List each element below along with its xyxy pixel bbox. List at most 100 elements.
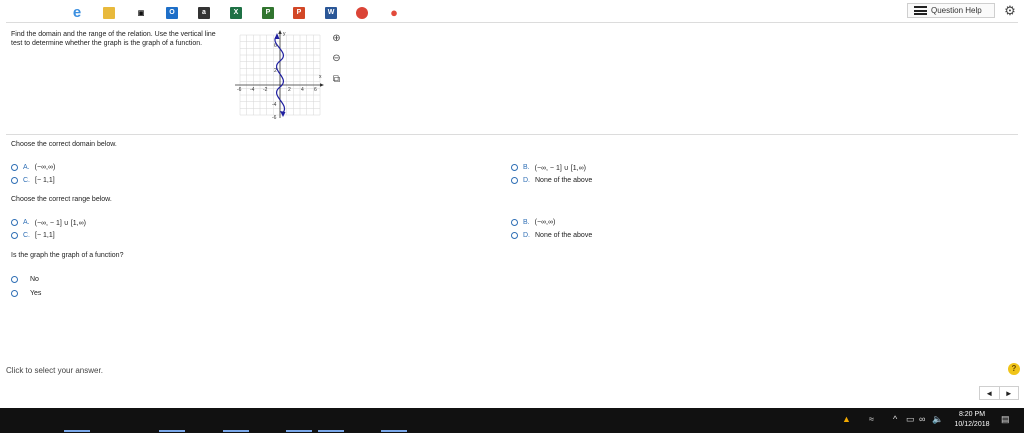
outlook-app[interactable]: O xyxy=(165,3,179,22)
option-text: None of the above xyxy=(535,177,593,184)
task-view-icon: ▦ xyxy=(41,7,51,18)
option-text: None of the above xyxy=(535,232,593,239)
edge-icon: e xyxy=(72,4,82,21)
domain-option-d[interactable]: D. None of the above xyxy=(511,176,592,185)
file-explorer-app[interactable] xyxy=(102,3,116,22)
range-option-b[interactable]: B. (−∞,∞) xyxy=(511,218,555,227)
maps-app[interactable]: ● xyxy=(387,3,401,22)
start-button[interactable] xyxy=(8,3,22,22)
x-tick-label: 6 xyxy=(314,87,317,93)
option-letter: D. xyxy=(523,232,530,239)
word-app[interactable]: W xyxy=(324,3,338,22)
x-tick-label: 4 xyxy=(301,87,304,93)
active-app-indicator xyxy=(64,430,90,432)
notification-app-icon[interactable]: ▲ xyxy=(842,414,851,424)
powerpoint-app[interactable]: P xyxy=(292,3,306,22)
option-text: No xyxy=(30,276,39,283)
store-app[interactable]: ▣ xyxy=(134,3,148,22)
option-letter: B. xyxy=(523,219,530,226)
function-option-no[interactable]: No xyxy=(11,275,39,284)
radio-button[interactable] xyxy=(11,177,18,184)
gear-icon[interactable]: ⚙ xyxy=(1002,3,1018,18)
zoom-in-icon[interactable]: ⊕ xyxy=(331,33,342,44)
help-icon[interactable]: ? xyxy=(1008,363,1020,375)
task-view-button[interactable]: ▦ xyxy=(39,3,53,22)
chrome-icon xyxy=(356,6,368,19)
option-text: Yes xyxy=(30,290,42,297)
problem-prompt: Find the domain and the range of the rel… xyxy=(11,31,216,47)
option-letter: C. xyxy=(23,177,30,184)
volume-icon[interactable]: 🔈 xyxy=(932,414,943,425)
x-tick-label: -6 xyxy=(237,87,242,93)
radio-button[interactable] xyxy=(511,219,518,226)
excel-icon: X xyxy=(230,6,242,19)
option-text: (−∞, − 1] ∪ [1,∞) xyxy=(534,164,586,172)
option-letter: D. xyxy=(523,177,530,184)
y-axis-arrow xyxy=(278,30,282,34)
relation-graph: y x -6 -4 -2 2 4 6 6 2 -4 -6 xyxy=(235,30,324,120)
previous-question-button[interactable]: ◄ xyxy=(980,387,999,399)
clock-date: 10/12/2018 xyxy=(954,421,990,428)
option-text: (−∞, − 1] ∪ [1,∞) xyxy=(34,219,86,227)
list-icon xyxy=(914,6,927,15)
y-tick-label: -4 xyxy=(272,102,277,108)
range-option-c[interactable]: C. [− 1,1] xyxy=(11,231,55,240)
amazon-app[interactable]: a xyxy=(197,3,211,22)
clock-time: 8:20 PM xyxy=(958,411,986,418)
option-letter: B. xyxy=(523,164,530,171)
option-letter: A. xyxy=(23,164,30,171)
project-app[interactable]: P xyxy=(261,3,275,22)
zoom-out-icon[interactable]: ⊖ xyxy=(331,53,342,64)
radio-button[interactable] xyxy=(511,232,518,239)
edge-app[interactable]: e xyxy=(69,3,85,22)
word-icon: W xyxy=(325,6,337,19)
option-text: (−∞,∞) xyxy=(34,164,56,171)
system-clock[interactable]: 8:20 PM 10/12/2018 xyxy=(948,410,996,430)
excel-app[interactable]: X xyxy=(229,3,243,22)
radio-button[interactable] xyxy=(11,290,18,297)
domain-option-c[interactable]: C. [− 1,1] xyxy=(11,176,55,185)
active-app-indicator xyxy=(318,430,344,432)
project-icon: P xyxy=(262,6,274,19)
question-help-button[interactable]: Question Help xyxy=(907,3,995,18)
function-option-yes[interactable]: Yes xyxy=(11,289,41,298)
people-icon[interactable]: ≈ xyxy=(869,414,874,424)
option-letter: A. xyxy=(23,219,30,226)
active-app-indicator xyxy=(286,430,312,432)
domain-question-prompt: Choose the correct domain below. xyxy=(11,141,117,148)
action-center-icon[interactable]: ▤ xyxy=(1001,414,1010,425)
radio-button[interactable] xyxy=(511,177,518,184)
outlook-icon: O xyxy=(166,6,178,19)
battery-icon[interactable]: ▭ xyxy=(906,414,915,425)
windows-logo-icon xyxy=(9,7,21,18)
chrome-app[interactable] xyxy=(355,3,369,22)
y-axis-label: y xyxy=(283,31,286,37)
question-navigation: ◄ ► xyxy=(979,386,1019,400)
x-tick-label: 2 xyxy=(288,87,291,93)
range-option-a[interactable]: A. (−∞, − 1] ∪ [1,∞) xyxy=(11,218,86,227)
radio-button[interactable] xyxy=(11,164,18,171)
popout-icon[interactable]: ⧉ xyxy=(331,74,342,85)
domain-option-a[interactable]: A. (−∞,∞) xyxy=(11,163,55,172)
show-hidden-icons-icon[interactable]: ^ xyxy=(893,414,897,424)
map-pin-icon: ● xyxy=(390,5,398,20)
domain-option-b[interactable]: B. (−∞, − 1] ∪ [1,∞) xyxy=(511,163,586,172)
option-text: (−∞,∞) xyxy=(534,219,556,226)
amazon-icon: a xyxy=(198,6,210,19)
radio-button[interactable] xyxy=(11,219,18,226)
radio-button[interactable] xyxy=(11,232,18,239)
active-app-indicator xyxy=(223,430,249,432)
next-question-button[interactable]: ► xyxy=(998,387,1019,399)
x-tick-label: -2 xyxy=(263,87,268,93)
curve-arrow-bottom xyxy=(280,111,286,117)
radio-button[interactable] xyxy=(11,276,18,283)
wifi-icon[interactable]: ∞ xyxy=(919,414,925,424)
option-text: [− 1,1] xyxy=(35,232,55,239)
function-question-prompt: Is the graph the graph of a function? xyxy=(11,252,124,259)
y-tick-label: -6 xyxy=(272,115,277,120)
range-question-prompt: Choose the correct range below. xyxy=(11,196,112,203)
status-text: Click to select your answer. xyxy=(6,366,103,375)
range-option-d[interactable]: D. None of the above xyxy=(511,231,592,240)
radio-button[interactable] xyxy=(511,164,518,171)
active-app-indicator xyxy=(159,430,185,432)
